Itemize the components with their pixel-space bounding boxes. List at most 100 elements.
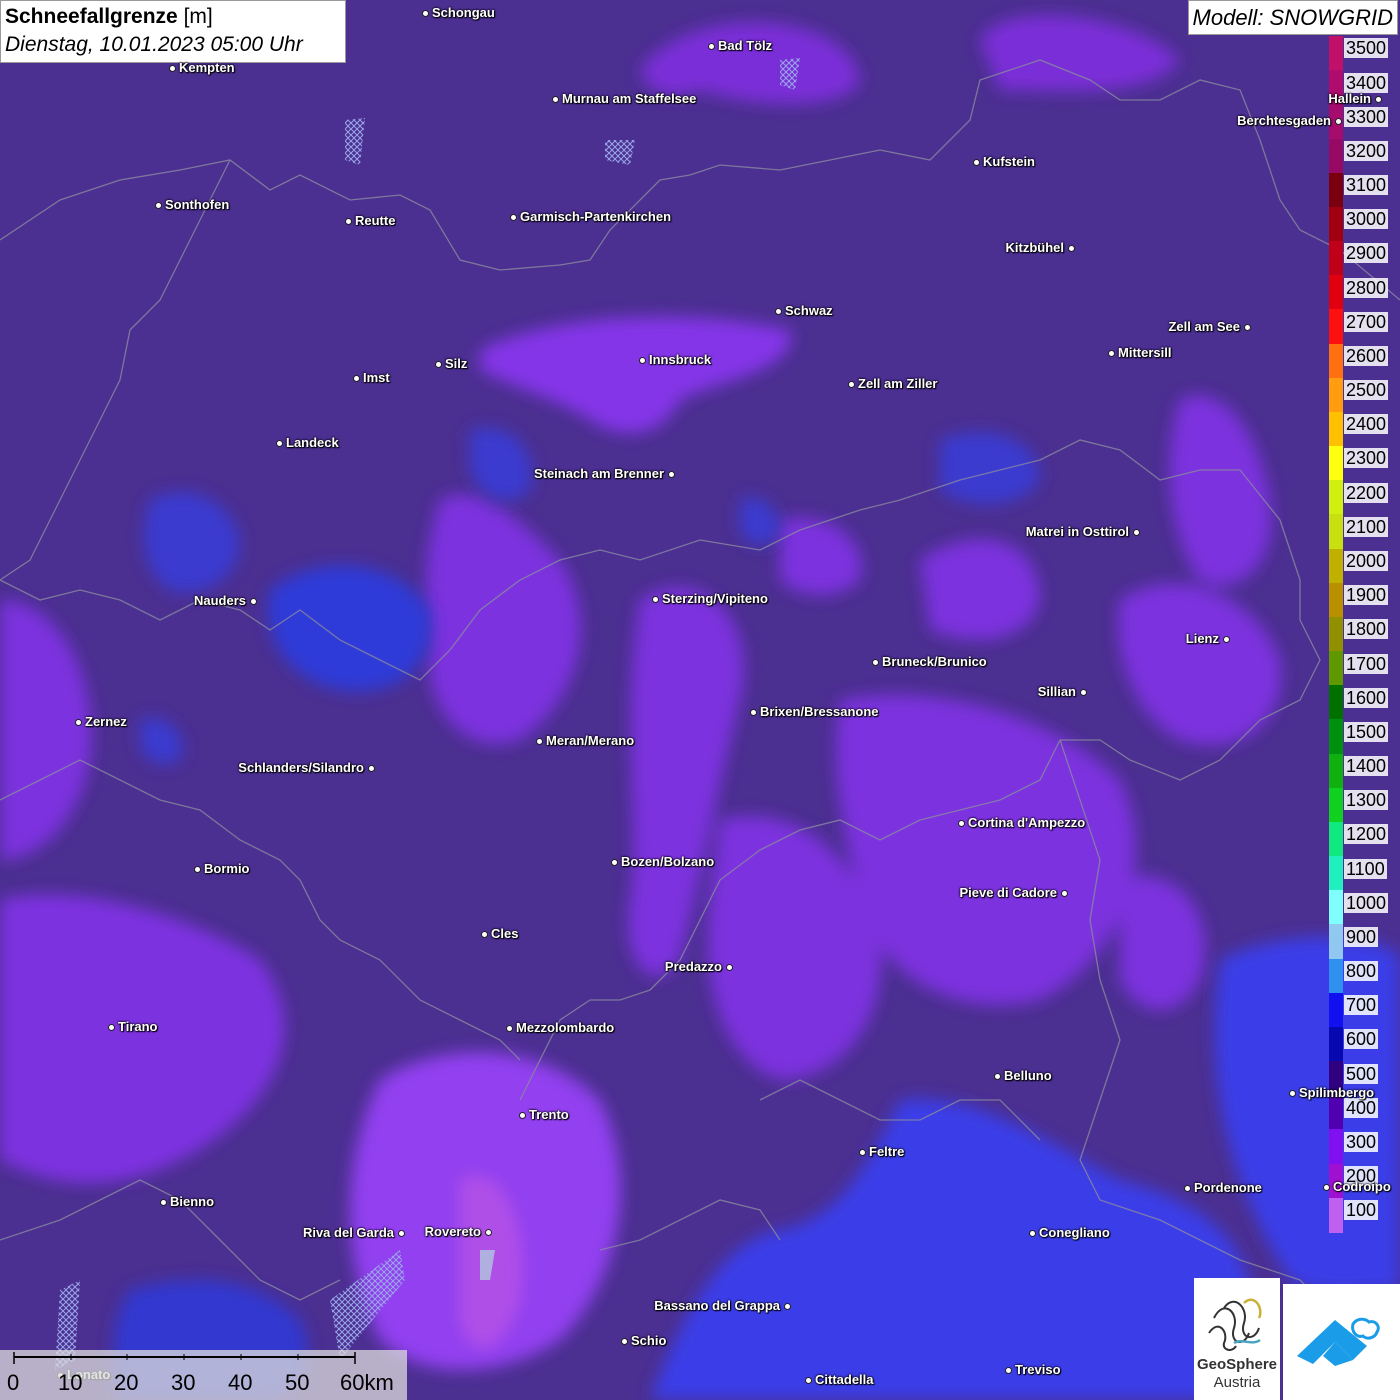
city-label[interactable]: Cortina d'Ampezzo xyxy=(968,816,1085,830)
geosphere-logo-line2: Austria xyxy=(1213,1374,1261,1391)
city-label[interactable]: Sterzing/Vipiteno xyxy=(662,592,768,606)
city-marker xyxy=(249,597,257,605)
legend-label: 2700 xyxy=(1344,311,1389,332)
city-marker xyxy=(154,201,162,209)
city-label[interactable]: Hallein xyxy=(1328,92,1371,106)
legend-label: 2500 xyxy=(1344,380,1389,401)
legend-swatch xyxy=(1329,821,1343,857)
city-label[interactable]: Brixen/Bressanone xyxy=(760,705,879,719)
city-label[interactable]: Bruneck/Brunico xyxy=(882,655,987,669)
city-label[interactable]: Cles xyxy=(491,927,518,941)
city-label[interactable]: Lienz xyxy=(1186,632,1219,646)
city-label[interactable]: Conegliano xyxy=(1039,1226,1110,1240)
legend-swatch xyxy=(1329,36,1343,71)
city-marker xyxy=(421,9,429,17)
city-label[interactable]: Berchtesgaden xyxy=(1237,114,1331,128)
city-label[interactable]: Kitzbühel xyxy=(1006,241,1065,255)
map-title-line: Schneefallgrenze [m] xyxy=(5,3,341,31)
legend-label: 1000 xyxy=(1344,892,1389,913)
legend-label: 3100 xyxy=(1344,175,1389,196)
city-label[interactable]: Garmisch-Partenkirchen xyxy=(520,210,671,224)
legend-swatch xyxy=(1329,241,1343,277)
city-label[interactable]: Spilimbergo xyxy=(1299,1086,1374,1100)
city-label[interactable]: Kempten xyxy=(179,61,235,75)
legend-swatch xyxy=(1329,377,1343,413)
legend-label: 1700 xyxy=(1344,653,1389,674)
legend-label: 700 xyxy=(1344,995,1379,1016)
legend-label: 3000 xyxy=(1344,209,1389,230)
geosphere-austria-logo[interactable]: GeoSphere Austria xyxy=(1194,1278,1280,1400)
legend-label: 1900 xyxy=(1344,585,1389,606)
city-marker xyxy=(484,1228,492,1236)
city-label[interactable]: Schwaz xyxy=(785,304,833,318)
city-marker xyxy=(1334,117,1342,125)
city-label[interactable]: Zell am See xyxy=(1168,320,1240,334)
city-marker xyxy=(774,307,782,315)
app-logo[interactable] xyxy=(1283,1284,1400,1400)
city-label[interactable]: Rovereto xyxy=(425,1225,481,1239)
city-label[interactable]: Codroipo xyxy=(1333,1180,1391,1194)
city-label[interactable]: Predazzo xyxy=(665,960,722,974)
city-label[interactable]: Schio xyxy=(631,1334,666,1348)
city-label[interactable]: Schlanders/Silandro xyxy=(238,761,364,775)
city-label[interactable]: Innsbruck xyxy=(649,353,711,367)
city-label[interactable]: Meran/Merano xyxy=(546,734,634,748)
city-label[interactable]: Reutte xyxy=(355,214,395,228)
city-label[interactable]: Treviso xyxy=(1015,1363,1061,1377)
legend-swatch xyxy=(1329,1095,1343,1131)
city-label[interactable]: Bassano del Grappa xyxy=(654,1299,780,1313)
city-label[interactable]: Murnau am Staffelsee xyxy=(562,92,696,106)
city-label[interactable]: Trento xyxy=(529,1108,569,1122)
city-marker xyxy=(651,595,659,603)
city-label[interactable]: Matrei in Osttirol xyxy=(1026,525,1129,539)
city-label[interactable]: Sonthofen xyxy=(165,198,229,212)
city-label[interactable]: Bienno xyxy=(170,1195,214,1209)
legend-label: 2100 xyxy=(1344,516,1389,537)
city-label[interactable]: Mittersill xyxy=(1118,346,1171,360)
city-marker xyxy=(993,1072,1001,1080)
legend-swatch xyxy=(1329,582,1343,618)
city-marker xyxy=(397,1229,405,1237)
city-label[interactable]: Belluno xyxy=(1004,1069,1052,1083)
city-label[interactable]: Bad Tölz xyxy=(718,39,772,53)
city-label[interactable]: Riva del Garda xyxy=(303,1226,394,1240)
city-label[interactable]: Bozen/Bolzano xyxy=(621,855,714,869)
city-label[interactable]: Feltre xyxy=(869,1145,904,1159)
map-title-box: Schneefallgrenze [m] Dienstag, 10.01.202… xyxy=(0,0,346,63)
city-marker xyxy=(957,819,965,827)
city-label[interactable]: Steinach am Brenner xyxy=(534,467,664,481)
city-marker xyxy=(610,858,618,866)
scale-label: 60km xyxy=(340,1370,394,1395)
city-label[interactable]: Mezzolombardo xyxy=(516,1021,614,1035)
city-label[interactable]: Landeck xyxy=(286,436,339,450)
model-label: Modell: SNOWGRID xyxy=(1187,0,1398,35)
city-label[interactable]: Nauders xyxy=(194,594,246,608)
city-label[interactable]: Bormio xyxy=(204,862,250,876)
city-marker xyxy=(858,1148,866,1156)
city-label[interactable]: Silz xyxy=(445,357,467,371)
scale-label: 50 xyxy=(285,1370,310,1395)
city-label[interactable]: Schongau xyxy=(432,6,495,20)
legend-swatch xyxy=(1329,719,1343,755)
city-label[interactable]: Cittadella xyxy=(815,1373,874,1387)
city-label[interactable]: Imst xyxy=(363,371,390,385)
legend-label: 3400 xyxy=(1344,72,1389,93)
legend-swatch xyxy=(1329,514,1343,550)
city-label[interactable]: Zell am Ziller xyxy=(858,377,937,391)
city-label[interactable]: Tirano xyxy=(118,1020,158,1034)
city-label[interactable]: Kufstein xyxy=(983,155,1035,169)
city-label[interactable]: Zernez xyxy=(85,715,127,729)
city-marker xyxy=(1004,1366,1012,1374)
city-label[interactable]: Pordenone xyxy=(1194,1181,1262,1195)
city-label[interactable]: Sillian xyxy=(1038,685,1076,699)
city-marker xyxy=(804,1376,812,1384)
legend-swatch xyxy=(1329,343,1343,379)
legend-swatch xyxy=(1329,1129,1343,1165)
legend-swatch xyxy=(1329,992,1343,1028)
legend-label: 1400 xyxy=(1344,756,1389,777)
legend-swatch xyxy=(1329,856,1343,892)
legend-label: 300 xyxy=(1344,1131,1379,1152)
city-label[interactable]: Pieve di Cadore xyxy=(959,886,1057,900)
legend-swatch xyxy=(1329,1026,1343,1062)
legend-swatch xyxy=(1329,548,1343,584)
